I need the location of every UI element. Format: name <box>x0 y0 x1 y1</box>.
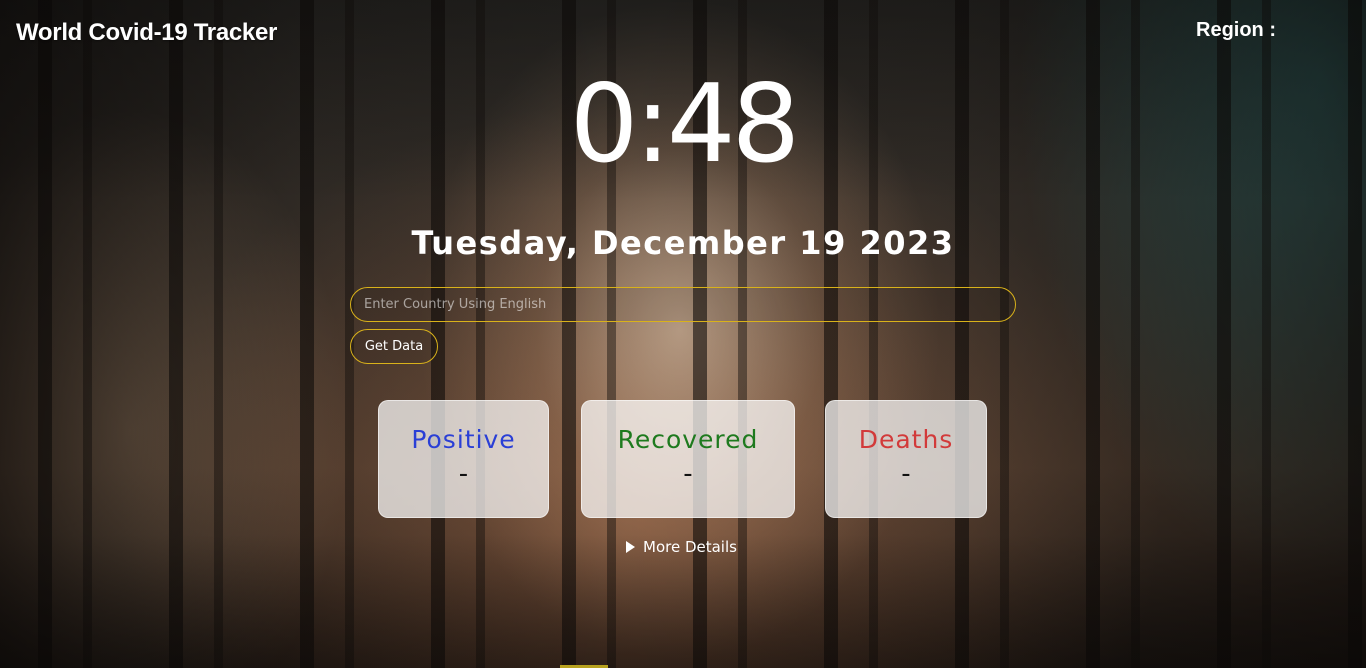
deaths-card: Deaths - <box>825 400 987 518</box>
region-label: Region : <box>1196 19 1276 41</box>
site-title: World Covid-19 Tracker <box>16 19 278 46</box>
recovered-card: Recovered - <box>581 400 795 518</box>
current-date: Tuesday, December 19 2023 <box>411 224 955 262</box>
recovered-label: Recovered <box>617 425 759 454</box>
positive-card: Positive - <box>378 400 549 518</box>
get-data-button[interactable]: Get Data <box>350 329 438 364</box>
deaths-label: Deaths <box>858 425 954 454</box>
recovered-value: - <box>683 459 693 489</box>
positive-value: - <box>458 459 469 489</box>
country-search-input[interactable] <box>350 287 1016 322</box>
positive-label: Positive <box>411 425 516 454</box>
more-details-toggle[interactable]: More Details <box>626 537 737 557</box>
clock-time: 0:48 <box>569 62 801 187</box>
disclosure-triangle-icon <box>626 541 635 553</box>
more-details-label: More Details <box>643 538 737 556</box>
deaths-value: - <box>901 459 911 489</box>
